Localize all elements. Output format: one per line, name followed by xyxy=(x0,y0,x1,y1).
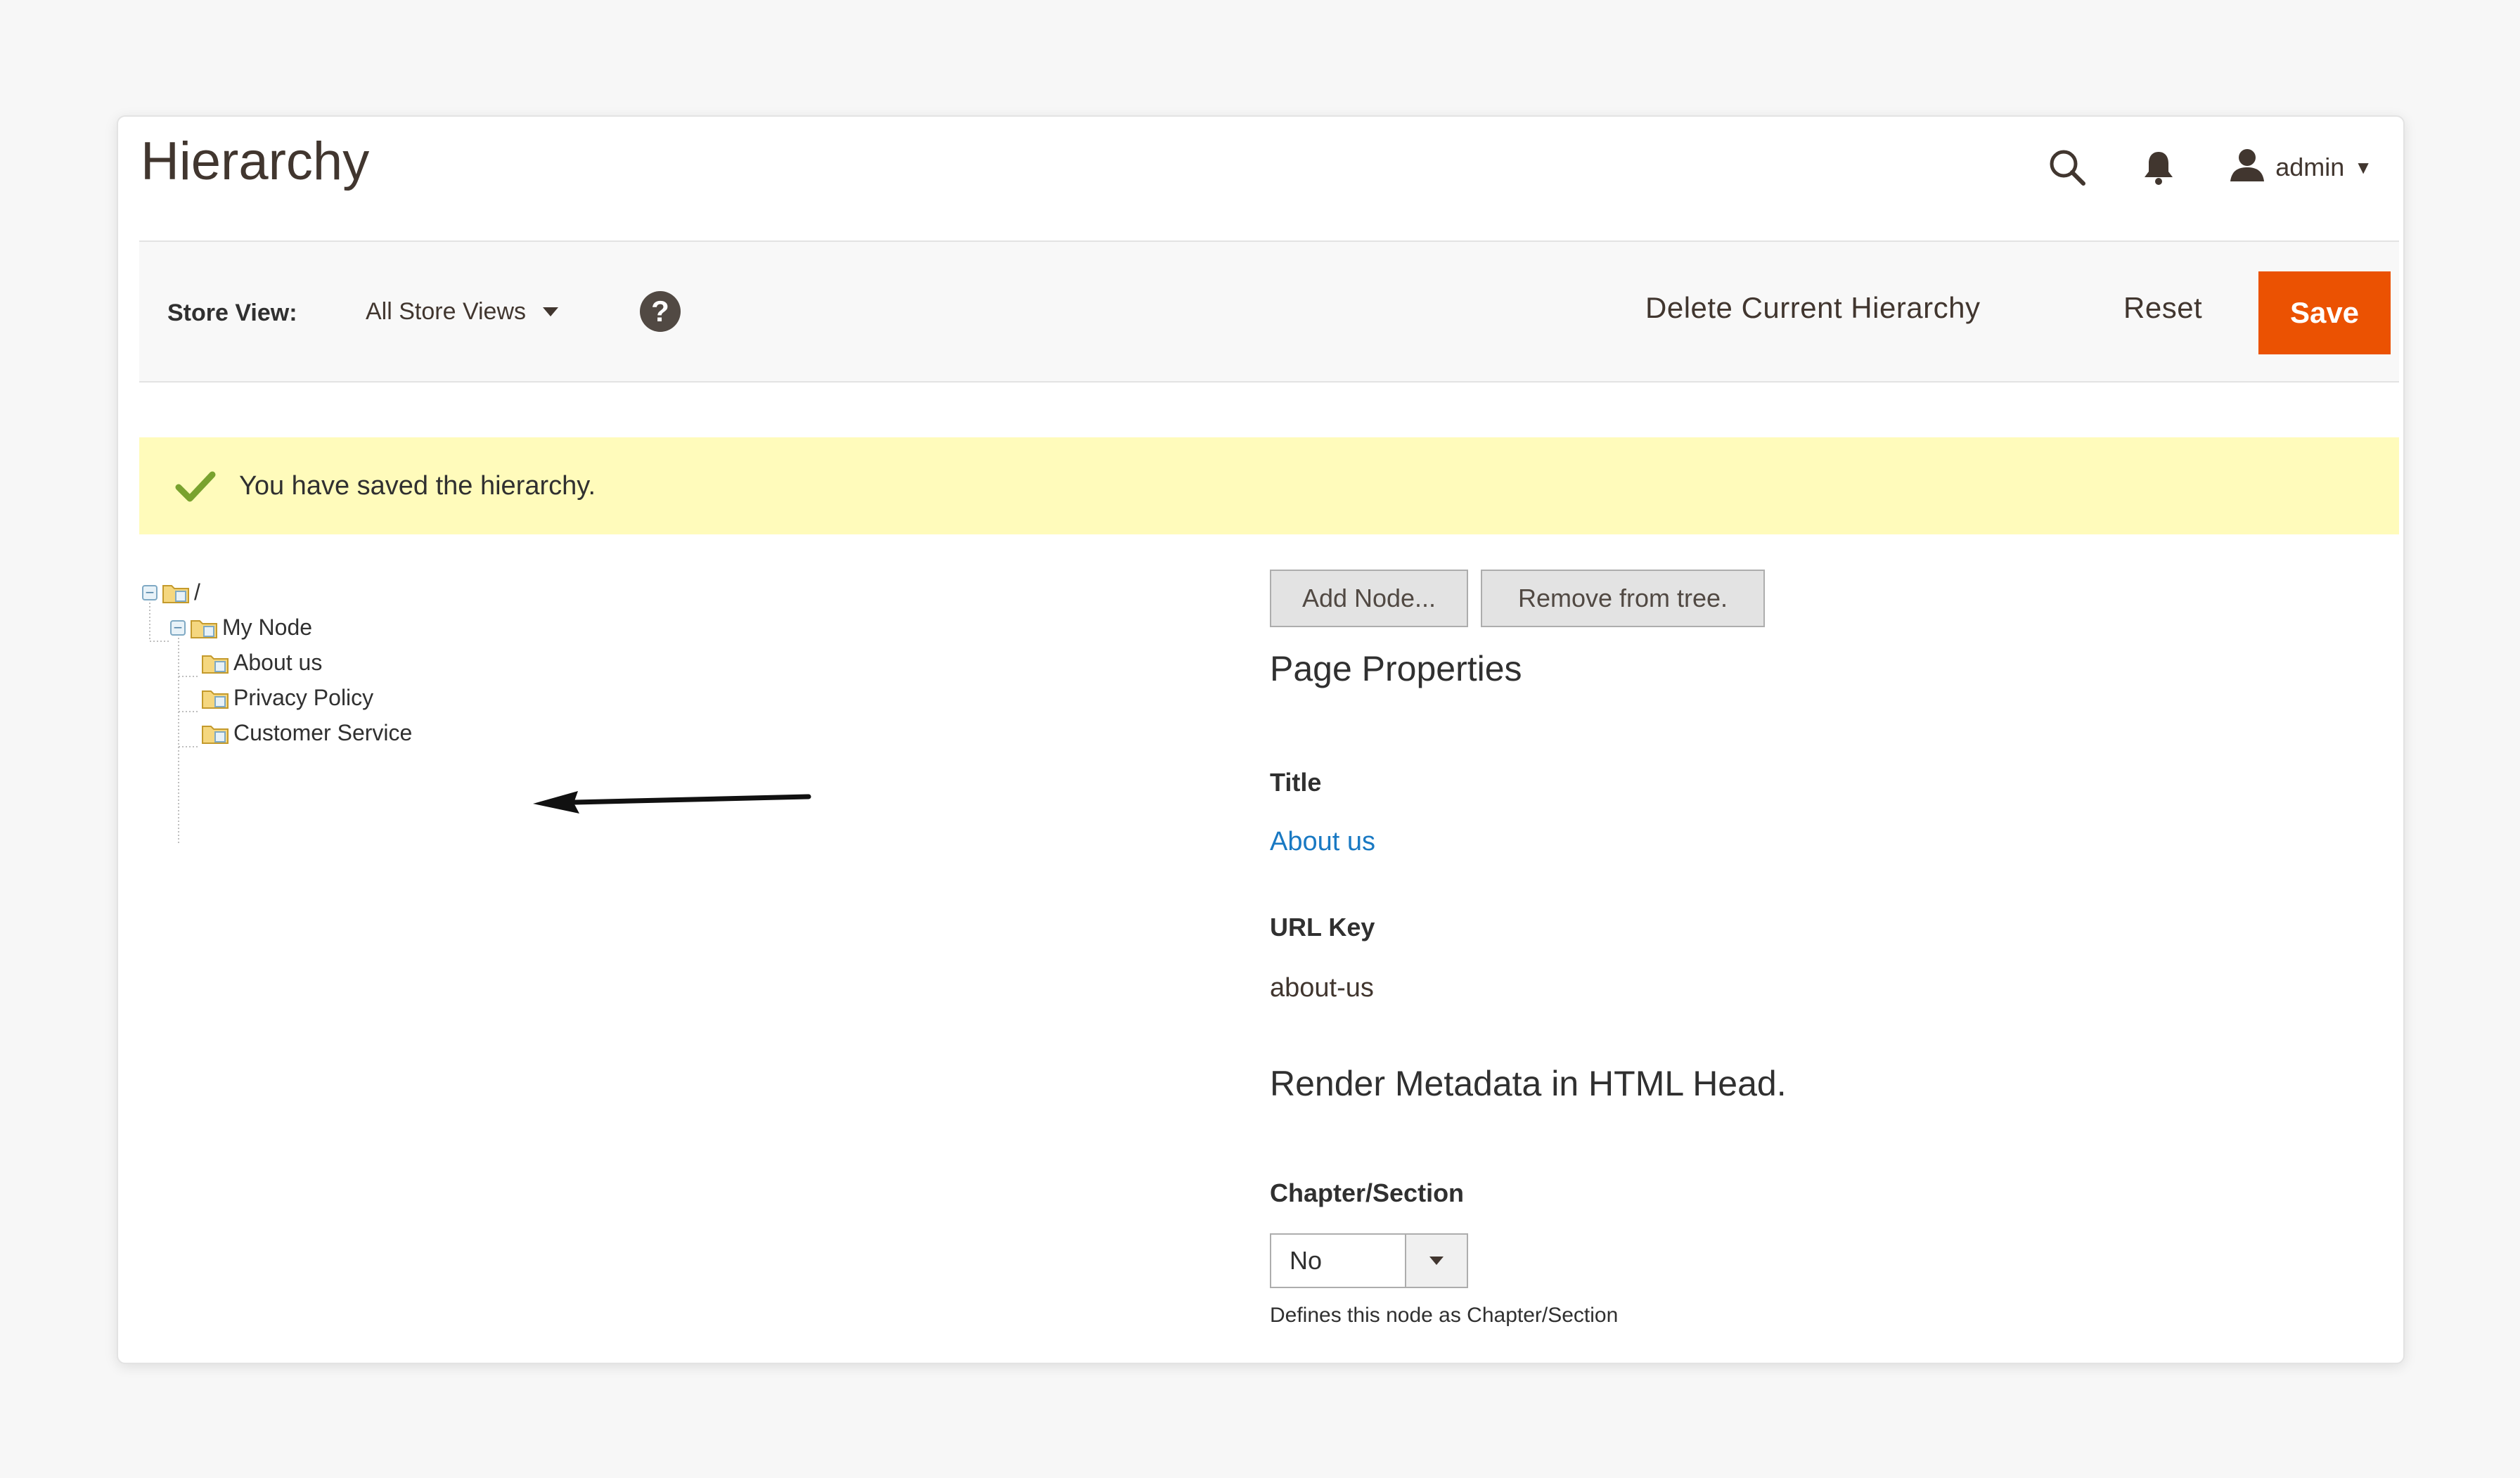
message-text: You have saved the hierarchy. xyxy=(239,470,596,501)
tree-node-about-us[interactable]: About us xyxy=(201,650,322,676)
search-icon[interactable] xyxy=(2046,146,2088,188)
select-toggle[interactable] xyxy=(1405,1235,1467,1287)
caret-down-icon xyxy=(543,307,559,316)
arrow-left-icon xyxy=(533,791,811,814)
store-view-switcher[interactable]: All Store Views xyxy=(366,298,559,326)
check-icon xyxy=(175,471,216,502)
tree-node-root[interactable]: − / xyxy=(142,579,200,605)
bell-icon[interactable] xyxy=(2138,146,2180,188)
user-menu[interactable]: admin ▼ xyxy=(2229,148,2372,188)
chapter-section-note: Defines this node as Chapter/Section xyxy=(1270,1304,1619,1327)
render-metadata-title: Render Metadata in HTML Head. xyxy=(1270,1064,1787,1103)
tree-node-my-node[interactable]: − My Node xyxy=(170,615,312,641)
caret-down-icon xyxy=(1429,1257,1444,1265)
user-icon xyxy=(2229,148,2265,188)
page-actions-toolbar: Store View: All Store Views ? Delete Cur… xyxy=(139,240,2399,383)
save-button[interactable]: Save xyxy=(2258,271,2391,354)
page-card: Hierarchy admin ▼ Store View: All Store … xyxy=(117,115,2405,1364)
folder-icon xyxy=(202,690,229,709)
remove-from-tree-button[interactable]: Remove from tree. xyxy=(1481,570,1765,627)
tree-label: Customer Service xyxy=(233,720,413,745)
success-message: You have saved the hierarchy. xyxy=(139,437,2399,534)
store-view-value: All Store Views xyxy=(366,298,527,325)
chevron-down-icon: ▼ xyxy=(2354,156,2372,178)
chapter-section-label: Chapter/Section xyxy=(1270,1178,1465,1207)
page-title: Hierarchy xyxy=(141,131,370,191)
header-actions: admin ▼ xyxy=(2046,132,2372,203)
tree-node-customer-service[interactable]: Customer Service xyxy=(201,720,412,746)
folder-icon xyxy=(202,655,229,674)
collapse-icon[interactable]: − xyxy=(170,619,186,636)
folder-icon xyxy=(202,725,229,744)
url-key-label: URL Key xyxy=(1270,913,1375,942)
url-key-value: about-us xyxy=(1270,973,1374,1003)
collapse-icon[interactable]: − xyxy=(142,584,158,600)
tree-label: / xyxy=(194,579,200,605)
tree-node-privacy-policy[interactable]: Privacy Policy xyxy=(201,685,373,711)
user-name: admin xyxy=(2275,153,2345,181)
help-icon[interactable]: ? xyxy=(640,291,681,332)
title-value-link[interactable]: About us xyxy=(1270,827,1375,857)
reset-button[interactable]: Reset xyxy=(2123,291,2202,325)
title-label: Title xyxy=(1270,768,1322,797)
tree-label: About us xyxy=(233,650,323,675)
folder-icon xyxy=(162,584,189,603)
store-view-label: Store View: xyxy=(167,300,297,326)
tree-label: My Node xyxy=(222,615,313,640)
add-node-button[interactable]: Add Node... xyxy=(1270,570,1468,627)
page-properties-title: Page Properties xyxy=(1270,649,1522,688)
chapter-section-value: No xyxy=(1290,1246,1323,1275)
tree-label: Privacy Policy xyxy=(233,685,374,710)
chapter-section-select[interactable]: No xyxy=(1270,1233,1468,1288)
folder-icon xyxy=(191,619,217,638)
delete-hierarchy-button[interactable]: Delete Current Hierarchy xyxy=(1645,291,1981,325)
